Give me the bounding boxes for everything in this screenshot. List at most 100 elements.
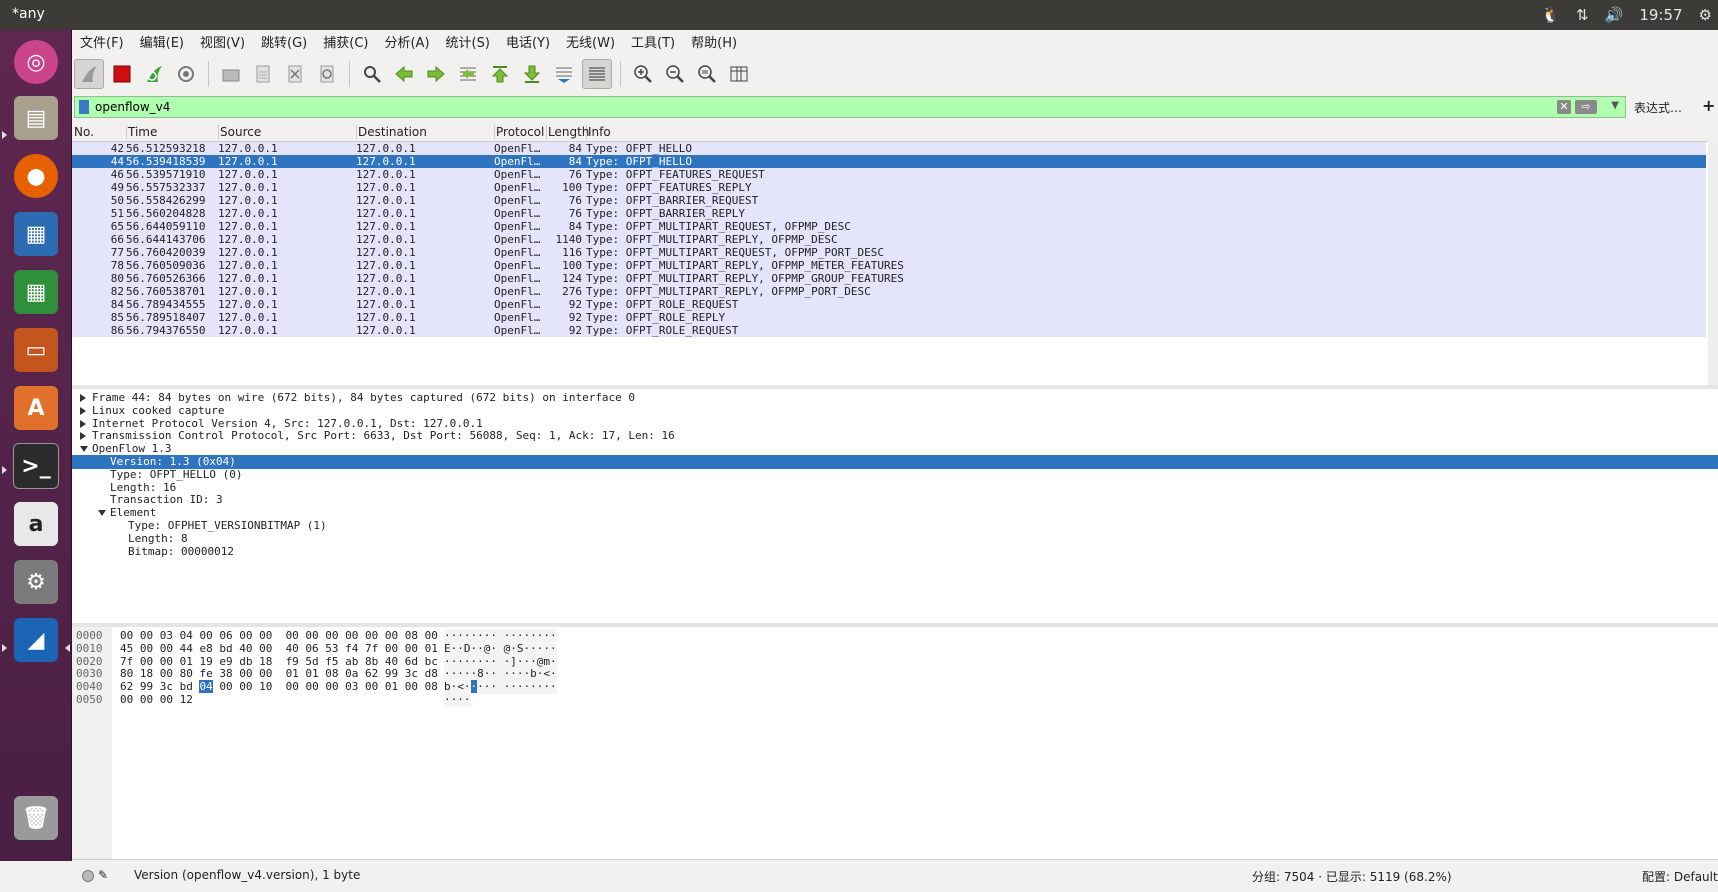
pencil-icon[interactable]: ✎ [98, 868, 108, 882]
find-packet-button[interactable] [358, 60, 386, 88]
column-header-length[interactable]: Length [546, 125, 589, 139]
ubuntu-home-button[interactable]: ◎ [10, 36, 62, 88]
packet-list-scrollbar[interactable] [1708, 141, 1718, 385]
packet-row[interactable]: 51 56.560204828 127.0.0.1 127.0.0.1 OpenFl… 7… [72, 207, 1706, 220]
colorize-button[interactable] [582, 59, 612, 89]
auto-scroll-button[interactable] [550, 60, 578, 88]
menu-wireless[interactable]: 无线(W) [558, 32, 623, 51]
column-header-protocol[interactable]: Protocol [494, 125, 547, 139]
zoom-in-button[interactable] [629, 60, 657, 88]
close-file-button[interactable] [281, 60, 309, 88]
column-header-info[interactable]: Info [586, 125, 988, 139]
packet-row[interactable]: 80 56.760526366 127.0.0.1 127.0.0.1 OpenFl… 1… [72, 272, 1706, 285]
menu-view[interactable]: 视图(V) [192, 32, 253, 51]
menu-capture[interactable]: 捕获(C) [315, 32, 376, 51]
packet-row[interactable]: 77 56.760420039 127.0.0.1 127.0.0.1 OpenFl… 1… [72, 246, 1706, 259]
column-header-source[interactable]: Source [218, 125, 357, 139]
resize-columns-button[interactable] [725, 60, 753, 88]
menu-go[interactable]: 跳转(G) [253, 32, 315, 51]
terminal-launcher[interactable]: >_ [10, 440, 62, 492]
menu-edit[interactable]: 编辑(E) [132, 32, 192, 51]
files-launcher[interactable]: ▤ [10, 92, 62, 144]
trash-launcher[interactable]: 🗑 [10, 792, 62, 844]
expand-down-icon[interactable] [80, 446, 88, 453]
menu-telephony[interactable]: 电话(Y) [498, 32, 558, 51]
packet-row[interactable]: 49 56.557532337 127.0.0.1 127.0.0.1 OpenFl… 1… [72, 181, 1706, 194]
wireshark-launcher[interactable]: ◢ [10, 614, 62, 666]
software-center-launcher[interactable]: A [10, 382, 62, 434]
packet-row[interactable]: 44 56.539418539 127.0.0.1 127.0.0.1 OpenFl… 8… [72, 155, 1706, 168]
expert-info-icon[interactable] [82, 870, 94, 882]
firefox-launcher[interactable]: ● [10, 150, 62, 202]
cell-destination: 127.0.0.1 [356, 142, 416, 155]
column-header-time[interactable]: Time [126, 125, 219, 139]
normal-size-button[interactable] [693, 60, 721, 88]
capture-options-button[interactable] [172, 60, 200, 88]
packet-list-header: No. Time Source Destination Protocol Len… [72, 123, 1718, 142]
packet-row[interactable]: 78 56.760509036 127.0.0.1 127.0.0.1 OpenFl… 1… [72, 259, 1706, 272]
expand-right-icon[interactable] [80, 394, 86, 402]
expand-right-icon[interactable] [80, 432, 86, 441]
volume-icon[interactable]: 🔊 [1605, 6, 1624, 24]
bookmark-icon[interactable] [79, 100, 89, 114]
restart-capture-button[interactable] [140, 60, 168, 88]
apply-filter-icon[interactable]: ⇨ [1575, 100, 1597, 114]
status-profile[interactable]: 配置: Default [1642, 868, 1718, 885]
packet-row[interactable]: 66 56.644143706 127.0.0.1 127.0.0.1 OpenFl… 1… [72, 233, 1706, 246]
impress-launcher[interactable]: ▭ [10, 324, 62, 376]
menu-analyze[interactable]: 分析(A) [376, 32, 437, 51]
highlighted-byte: 04 [199, 680, 213, 694]
expand-right-icon[interactable] [80, 419, 86, 428]
open-file-button[interactable] [217, 60, 245, 88]
menu-tools[interactable]: 工具(T) [623, 32, 683, 51]
start-capture-button[interactable] [74, 59, 104, 89]
packet-row[interactable]: 84 56.789434555 127.0.0.1 127.0.0.1 OpenFl… 9… [72, 298, 1706, 311]
menu-statistics[interactable]: 统计(S) [438, 32, 498, 51]
expression-button[interactable]: 表达式… [1634, 99, 1682, 116]
hex-bytes[interactable]: 00 00 00 12 [120, 693, 193, 707]
menu-file[interactable]: 文件(F) [72, 32, 132, 51]
last-packet-button[interactable] [518, 60, 546, 88]
packet-row[interactable]: 65 56.644059110 127.0.0.1 127.0.0.1 OpenFl… 8… [72, 220, 1706, 233]
chevron-down-icon[interactable]: ▼ [1611, 100, 1619, 111]
packet-row[interactable]: 82 56.760538701 127.0.0.1 127.0.0.1 OpenFl… 2… [72, 285, 1706, 298]
column-header-no[interactable]: No. [72, 125, 127, 139]
ascii-bytes[interactable]: ···· [444, 693, 471, 707]
amazon-launcher[interactable]: a [10, 498, 62, 550]
stop-capture-button[interactable] [108, 60, 136, 88]
packet-row[interactable]: 42 56.512593218 127.0.0.1 127.0.0.1 OpenFl… 8… [72, 142, 1706, 155]
packet-details-tree[interactable]: Frame 44: 84 bytes on wire (672 bits), 8… [72, 389, 1718, 623]
byte-offset: 0050 [76, 693, 103, 706]
packet-row[interactable]: 46 56.539571910 127.0.0.1 127.0.0.1 OpenFl… 7… [72, 168, 1706, 181]
network-icon[interactable]: ⇅ [1576, 6, 1589, 24]
clock[interactable]: 19:57 [1639, 6, 1682, 24]
go-forward-button[interactable] [422, 60, 450, 88]
packet-row[interactable]: 50 56.558426299 127.0.0.1 127.0.0.1 OpenFl… 7… [72, 194, 1706, 207]
first-packet-button[interactable] [486, 60, 514, 88]
writer-launcher[interactable]: ▦ [10, 208, 62, 260]
display-filter-input[interactable] [95, 98, 1395, 116]
gear-icon[interactable]: ⚙ [1699, 6, 1712, 24]
status-packet-count: 分组: 7504 · 已显示: 5119 (68.2%) [1252, 870, 1452, 884]
cell-destination: 127.0.0.1 [356, 311, 416, 324]
clear-filter-icon[interactable]: ✕ [1557, 100, 1571, 114]
zoom-out-button[interactable] [661, 60, 689, 88]
packet-row[interactable]: 85 56.789518407 127.0.0.1 127.0.0.1 OpenFl… 9… [72, 311, 1706, 324]
packet-list[interactable]: No. Time Source Destination Protocol Len… [72, 123, 1718, 385]
packet-row[interactable]: 86 56.794376550 127.0.0.1 127.0.0.1 OpenFl… 9… [72, 324, 1706, 337]
settings-launcher[interactable]: ⚙ [10, 556, 62, 608]
add-filter-button[interactable]: + [1702, 96, 1715, 115]
go-back-button[interactable] [390, 60, 418, 88]
cell-info: Type: OFPT_BARRIER_REPLY [586, 207, 745, 220]
go-to-packet-button[interactable] [454, 60, 482, 88]
expand-down-icon[interactable] [98, 510, 106, 517]
calc-launcher[interactable]: ▦ [10, 266, 62, 318]
packet-bytes-pane[interactable]: 0000 00 00 03 04 00 06 00 00 00 00 00 00 … [72, 627, 1718, 859]
expand-right-icon[interactable] [80, 406, 86, 415]
menu-help[interactable]: 帮助(H) [683, 32, 745, 51]
detail-row[interactable]: Bitmap: 00000012 [72, 545, 1718, 559]
reload-file-button[interactable] [313, 60, 341, 88]
column-header-destination[interactable]: Destination [356, 125, 495, 139]
save-file-button[interactable] [249, 60, 277, 88]
tux-icon[interactable]: 🐧 [1541, 6, 1560, 24]
